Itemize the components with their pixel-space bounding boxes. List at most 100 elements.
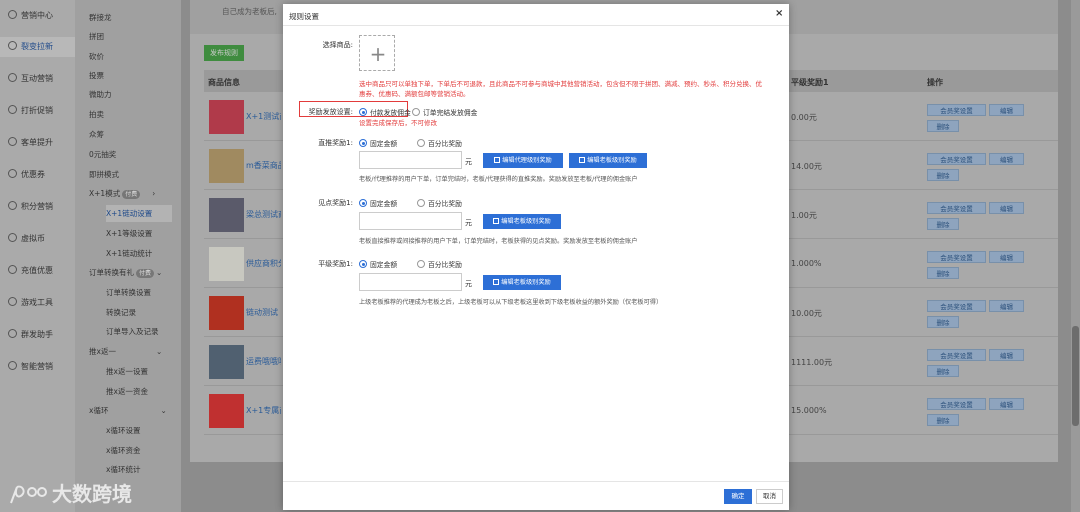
nav-item-marketing-center[interactable]: 营销中心 <box>0 6 75 26</box>
recharge-icon <box>8 265 17 274</box>
chevron-down-icon: ⌄ <box>155 347 163 356</box>
seen-radio-fixed[interactable]: 固定金额 <box>359 198 397 208</box>
sub-item-x1[interactable]: X+1模式 付费 › <box>89 185 177 202</box>
upload-goods-button[interactable]: + <box>359 35 395 71</box>
nav-item-virtual-coin[interactable]: 虚拟币 <box>0 229 75 249</box>
member-reward-setting-button[interactable]: 会员奖设置 <box>927 300 986 312</box>
member-reward-setting-button[interactable]: 会员奖设置 <box>927 153 986 165</box>
level-reward-input[interactable] <box>359 273 462 291</box>
edit-button[interactable]: 编辑 <box>989 202 1024 214</box>
sub-item[interactable]: 投票 <box>89 67 177 84</box>
delete-button[interactable]: 删除 <box>927 267 959 279</box>
delete-button[interactable]: 删除 <box>927 316 959 328</box>
member-reward-setting-button[interactable]: 会员奖设置 <box>927 251 986 263</box>
delete-button[interactable]: 删除 <box>927 414 959 426</box>
sub-item[interactable]: 众筹 <box>89 126 177 143</box>
member-reward-setting-button[interactable]: 会员奖设置 <box>927 104 986 116</box>
delete-button[interactable]: 删除 <box>927 365 959 377</box>
sub-item[interactable]: 订单导入及记录 <box>106 323 194 340</box>
radio-checked-icon <box>359 199 367 207</box>
fission-icon <box>8 41 17 50</box>
edit-button[interactable]: 编辑 <box>989 300 1024 312</box>
sub-item[interactable]: 推x返一资金 <box>106 383 194 400</box>
product-name-link[interactable]: X+1测试商品 <box>246 111 281 122</box>
sub-item[interactable]: 砍价 <box>89 48 177 65</box>
close-icon[interactable]: × <box>775 8 783 19</box>
seen-reward-note: 老板直接推荐或间接推荐的用户下单，订单完结时，老板获得的见点奖励。奖励发放至老板… <box>359 238 638 245</box>
seen-reward-label: 见点奖励1: <box>318 199 353 207</box>
radio-checked-icon <box>359 139 367 147</box>
edit-boss-reward-button[interactable]: 编辑老板级别奖励 <box>483 214 561 229</box>
sub-item[interactable]: 拍卖 <box>89 106 177 123</box>
seen-radio-percent[interactable]: 百分比奖励 <box>417 198 462 208</box>
direct-radio-fixed[interactable]: 固定金额 <box>359 138 397 148</box>
delete-button[interactable]: 删除 <box>927 120 959 132</box>
delete-button[interactable]: 删除 <box>927 218 959 230</box>
product-name-link[interactable]: m香菜商品觉得就到哪 <box>246 160 281 171</box>
nav-item-game[interactable]: 游戏工具 <box>0 293 75 313</box>
edit-icon <box>579 157 586 163</box>
page-scrollbar[interactable] <box>1071 0 1080 512</box>
product-name-link[interactable]: 链动测试 <box>246 307 281 318</box>
interaction-icon <box>8 73 17 82</box>
member-reward-setting-button[interactable]: 会员奖设置 <box>927 202 986 214</box>
col-product: 商品信息 <box>208 78 240 87</box>
product-name-link[interactable]: 供应商积分 <box>246 258 281 269</box>
reward-value: 14.00元 <box>791 162 822 171</box>
product-name-link[interactable]: 梁总测试商品 <box>246 209 281 220</box>
sub-item[interactable]: 转换记录 <box>106 304 194 321</box>
sub-item-active[interactable]: X+1链动设置 <box>106 205 172 222</box>
nav-item-growth[interactable]: 客单提升 <box>0 133 75 153</box>
sub-item[interactable]: x循环资金 <box>106 442 194 459</box>
publish-rule-button[interactable]: 发布规则 <box>204 45 244 61</box>
edit-boss-reward-button[interactable]: 编辑老板级别奖励 <box>569 153 647 168</box>
sub-item-push-x[interactable]: 推x返一 ⌄ <box>89 343 177 360</box>
nav-item-points[interactable]: 积分营销 <box>0 197 75 217</box>
edit-button[interactable]: 编辑 <box>989 251 1024 263</box>
edit-button[interactable]: 编辑 <box>989 104 1024 116</box>
seen-reward-input[interactable] <box>359 212 462 230</box>
edit-button[interactable]: 编辑 <box>989 349 1024 361</box>
cancel-button[interactable]: 取消 <box>756 489 783 504</box>
direct-reward-input[interactable] <box>359 151 462 169</box>
sub-item[interactable]: 订单转换设置 <box>106 284 194 301</box>
member-reward-setting-button[interactable]: 会员奖设置 <box>927 349 986 361</box>
direct-radio-percent[interactable]: 百分比奖励 <box>417 138 462 148</box>
product-name-link[interactable]: X+1专属商品 <box>246 405 281 416</box>
product-thumbnail <box>209 394 244 428</box>
sub-item[interactable]: 即拼模式 <box>89 166 177 183</box>
nav-item-interaction[interactable]: 互动营销 <box>0 69 75 89</box>
edit-agent-reward-button[interactable]: 编辑代理级别奖励 <box>483 153 563 168</box>
sub-item[interactable]: 微助力 <box>89 86 177 103</box>
level-radio-fixed[interactable]: 固定金额 <box>359 259 397 269</box>
discount-icon <box>8 105 17 114</box>
nav-item-fission[interactable]: 裂变拉新 <box>0 37 75 57</box>
sub-item[interactable]: 0元抽奖 <box>89 146 177 163</box>
delete-button[interactable]: 删除 <box>927 169 959 181</box>
nav-item-smart[interactable]: 智能营销 <box>0 357 75 377</box>
nav-item-broadcast[interactable]: 群发助手 <box>0 325 75 345</box>
member-reward-setting-button[interactable]: 会员奖设置 <box>927 398 986 410</box>
radio-complete-commission[interactable]: 订单完结发放佣金 <box>412 107 477 117</box>
nav-item-recharge[interactable]: 充值优惠 <box>0 261 75 281</box>
product-name-link[interactable]: 运费哦哦哦哦趣哦哦返 <box>246 356 281 367</box>
edit-button[interactable]: 编辑 <box>989 153 1024 165</box>
sub-item-x-loop[interactable]: x循环 ⌄ <box>89 402 177 419</box>
points-icon <box>8 201 17 210</box>
sub-item[interactable]: X+1等级设置 <box>106 225 194 242</box>
edit-boss-reward-button[interactable]: 编辑老板级别奖励 <box>483 275 561 290</box>
sub-item[interactable]: x循环统计 <box>106 461 194 478</box>
sub-item[interactable]: x循环设置 <box>106 422 194 439</box>
sub-item-order-convert[interactable]: 订单转换有礼 付费 ⌄ <box>89 264 177 281</box>
level-radio-percent[interactable]: 百分比奖励 <box>417 259 462 269</box>
sub-item[interactable]: X+1链动统计 <box>106 245 194 262</box>
nav-item-coupon[interactable]: 优惠券 <box>0 165 75 185</box>
scrollbar-thumb[interactable] <box>1072 326 1079 426</box>
confirm-button[interactable]: 确定 <box>724 489 752 504</box>
edit-button[interactable]: 编辑 <box>989 398 1024 410</box>
sub-item[interactable]: 群接龙 <box>89 9 177 26</box>
sub-item[interactable]: 推x返一设置 <box>106 363 194 380</box>
radio-pay-commission[interactable]: 付款发放佣金 <box>359 107 411 117</box>
nav-item-discount[interactable]: 打折促销 <box>0 101 75 121</box>
sub-item[interactable]: 拼团 <box>89 28 177 45</box>
